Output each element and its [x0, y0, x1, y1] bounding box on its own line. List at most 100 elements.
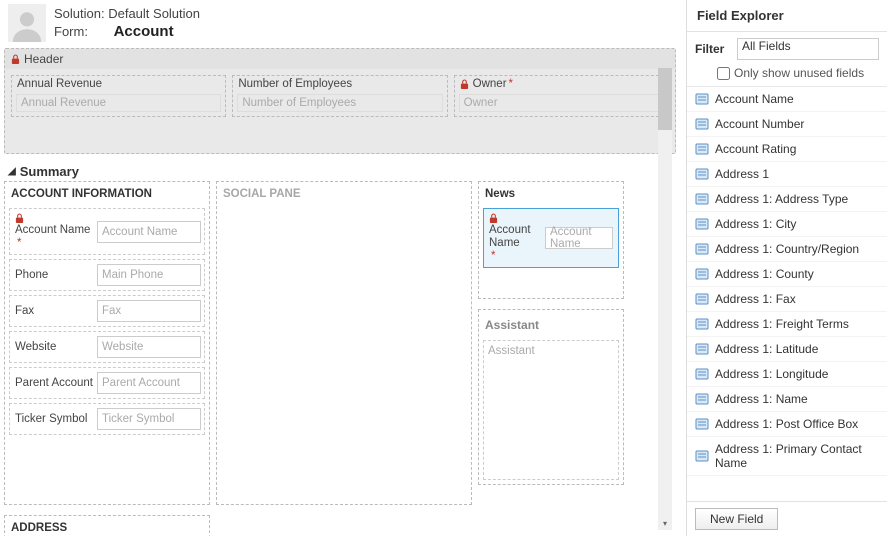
- field-item-label: Address 1: Post Office Box: [715, 417, 858, 431]
- social-pane-body[interactable]: [217, 204, 471, 504]
- filter-label: Filter: [695, 42, 731, 56]
- field-input[interactable]: Account Name: [545, 227, 613, 249]
- assistant-body[interactable]: Assistant: [483, 340, 619, 480]
- solution-line: Solution: Default Solution: [54, 6, 200, 21]
- field-row[interactable]: Parent AccountParent Account: [9, 367, 205, 399]
- assistant-placeholder: Assistant: [488, 345, 535, 357]
- filter-select[interactable]: All Fields: [737, 38, 879, 60]
- field-item-label: Account Rating: [715, 142, 796, 156]
- section-title-news: News: [479, 182, 623, 204]
- tab-summary[interactable]: ◢ Summary: [0, 164, 680, 181]
- column-2[interactable]: SOCIAL PANE: [216, 181, 472, 505]
- field-icon: [695, 142, 709, 156]
- lock-icon: [460, 79, 469, 90]
- field-row[interactable]: Account Name*Account Name: [9, 208, 205, 255]
- field-row[interactable]: WebsiteWebsite: [9, 331, 205, 363]
- field-icon: [695, 117, 709, 131]
- field-input[interactable]: Fax: [97, 300, 201, 322]
- field-icon: [695, 267, 709, 281]
- field-input[interactable]: Parent Account: [97, 372, 201, 394]
- field-label: Number of Employees: [233, 76, 446, 92]
- field-explorer-item[interactable]: Address 1: Fax: [687, 287, 887, 312]
- required-star: *: [509, 78, 513, 90]
- required-star: *: [17, 237, 21, 250]
- field-icon: [695, 367, 709, 381]
- field-input[interactable]: Number of Employees: [237, 94, 442, 112]
- field-item-label: Address 1: Country/Region: [715, 242, 859, 256]
- field-input[interactable]: Account Name: [97, 221, 201, 243]
- field-explorer-item[interactable]: Address 1: County: [687, 262, 887, 287]
- field-item-label: Address 1: Address Type: [715, 192, 848, 206]
- section-title-assistant: Assistant: [479, 310, 623, 336]
- field-explorer-item[interactable]: Address 1: Post Office Box: [687, 412, 887, 437]
- field-row[interactable]: Ticker SymbolTicker Symbol: [9, 403, 205, 435]
- only-unused-label: Only show unused fields: [734, 66, 864, 80]
- new-field-button[interactable]: New Field: [695, 508, 778, 530]
- header-field[interactable]: Number of Employees Number of Employees: [232, 75, 447, 117]
- field-icon: [695, 392, 709, 406]
- field-label: Fax: [13, 303, 97, 320]
- field-explorer-item[interactable]: Address 1: Longitude: [687, 362, 887, 387]
- field-row[interactable]: PhoneMain Phone: [9, 259, 205, 291]
- field-explorer-title: Field Explorer: [687, 0, 887, 32]
- field-input[interactable]: Website: [97, 336, 201, 358]
- field-input[interactable]: Main Phone: [97, 264, 201, 286]
- lock-icon: [11, 54, 20, 65]
- field-label: Phone: [13, 267, 97, 284]
- field-input[interactable]: Ticker Symbol: [97, 408, 201, 430]
- field-icon: [695, 317, 709, 331]
- field-label: Account Name*: [13, 211, 97, 252]
- scrollbar-thumb[interactable]: [658, 68, 672, 130]
- header-field[interactable]: Annual RevenueAnnual Revenue: [11, 75, 226, 117]
- field-label: Ticker Symbol: [13, 411, 97, 428]
- field-explorer-item[interactable]: Address 1: Name: [687, 387, 887, 412]
- field-explorer-item[interactable]: Address 1: Latitude: [687, 337, 887, 362]
- field-item-label: Address 1: Name: [715, 392, 808, 406]
- field-explorer-item[interactable]: Account Name: [687, 87, 887, 112]
- column-1[interactable]: ACCOUNT INFORMATION Account Name*Account…: [4, 181, 210, 505]
- field-row-news-account-name[interactable]: Account Name* Account Name: [483, 208, 619, 268]
- field-item-label: Address 1: City: [715, 217, 796, 231]
- field-icon: [695, 92, 709, 106]
- tab-label: Summary: [20, 164, 79, 179]
- only-unused-checkbox[interactable]: [717, 67, 730, 80]
- field-icon: [695, 167, 709, 181]
- field-icon: [695, 449, 709, 463]
- field-row[interactable]: FaxFax: [9, 295, 205, 327]
- field-item-label: Address 1: Longitude: [715, 367, 828, 381]
- field-explorer-panel: Field Explorer Filter All Fields Only sh…: [686, 0, 887, 536]
- field-item-label: Account Name: [715, 92, 794, 106]
- form-line: Form: Account: [54, 23, 200, 40]
- field-label: Owner*: [455, 76, 668, 92]
- scrollbar-down-icon[interactable]: ▾: [658, 516, 672, 530]
- header-field[interactable]: Owner* Owner: [454, 75, 669, 117]
- solution-label: Solution:: [54, 6, 105, 21]
- label-text: Account Name: [489, 224, 543, 250]
- section-news[interactable]: News Account Name* Account Name: [478, 181, 624, 299]
- field-explorer-item[interactable]: Address 1: [687, 162, 887, 187]
- section-assistant[interactable]: Assistant Assistant: [478, 309, 624, 485]
- field-explorer-item[interactable]: Address 1: Freight Terms: [687, 312, 887, 337]
- field-explorer-item[interactable]: Address 1: Primary Contact Name: [687, 437, 887, 476]
- field-item-label: Account Number: [715, 117, 804, 131]
- column-3[interactable]: News Account Name* Account Name Assistan…: [478, 181, 624, 505]
- field-explorer-item[interactable]: Address 1: Address Type: [687, 187, 887, 212]
- field-list[interactable]: Account Name Account Number Account Rating…: [687, 87, 887, 485]
- field-explorer-item[interactable]: Account Rating: [687, 137, 887, 162]
- field-item-label: Address 1: [715, 167, 769, 181]
- section-address[interactable]: ADDRESS Address 1Address 1: [4, 515, 210, 536]
- lock-icon: [489, 213, 498, 224]
- section-title-account-info: ACCOUNT INFORMATION: [5, 182, 209, 204]
- header-section[interactable]: Header Annual RevenueAnnual RevenueNumbe…: [4, 48, 676, 154]
- field-input[interactable]: Annual Revenue: [16, 94, 221, 112]
- field-item-label: Address 1: Latitude: [715, 342, 818, 356]
- field-input[interactable]: Owner: [459, 94, 664, 112]
- section-address[interactable]: [5, 451, 209, 453]
- field-icon: [695, 342, 709, 356]
- scrollbar-track[interactable]: ▾: [658, 68, 672, 530]
- field-icon: [695, 217, 709, 231]
- field-explorer-item[interactable]: Address 1: City: [687, 212, 887, 237]
- field-explorer-item[interactable]: Account Number: [687, 112, 887, 137]
- field-explorer-item[interactable]: Address 1: Country/Region: [687, 237, 887, 262]
- lock-icon: [15, 213, 24, 224]
